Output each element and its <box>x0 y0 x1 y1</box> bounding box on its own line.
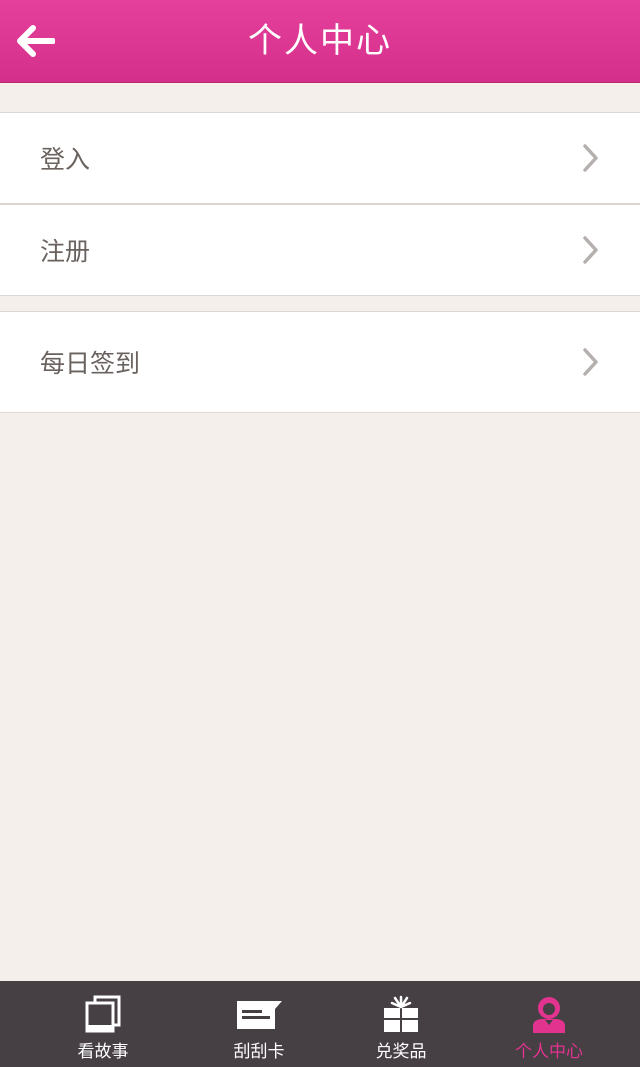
login-row[interactable]: 登入 <box>0 113 640 203</box>
tab-scratch-card[interactable]: 刮刮卡 <box>199 981 319 1067</box>
daily-checkin-row[interactable]: 每日签到 <box>0 312 640 412</box>
photos-icon <box>85 995 121 1033</box>
page-title: 个人中心 <box>248 21 392 61</box>
gift-icon <box>384 995 418 1032</box>
register-row[interactable]: 注册 <box>0 203 640 295</box>
app-header: 个人中心 <box>0 0 640 83</box>
account-group: 登入 注册 <box>0 112 640 296</box>
chevron-right-icon <box>583 236 598 264</box>
tab-stories-label: 看故事 <box>77 1042 129 1062</box>
tab-prizes-label: 兑奖品 <box>375 1042 427 1062</box>
user-icon <box>533 997 565 1033</box>
tab-scratch-card-label: 刮刮卡 <box>233 1042 285 1062</box>
daily-checkin-label: 每日签到 <box>40 349 141 378</box>
login-label: 登入 <box>40 145 91 174</box>
chevron-right-icon <box>583 144 598 172</box>
chevron-right-icon <box>583 348 598 376</box>
tab-prizes[interactable]: 兑奖品 <box>341 981 461 1067</box>
tab-profile-label: 个人中心 <box>515 1042 583 1062</box>
tab-profile[interactable]: 个人中心 <box>489 981 609 1067</box>
bottom-tab-bar: 看故事 刮刮卡 兑奖品 个人中心 <box>0 981 640 1067</box>
register-label: 注册 <box>40 237 91 266</box>
card-icon <box>237 1001 282 1029</box>
checkin-group: 每日签到 <box>0 311 640 413</box>
tab-stories[interactable]: 看故事 <box>43 981 163 1067</box>
